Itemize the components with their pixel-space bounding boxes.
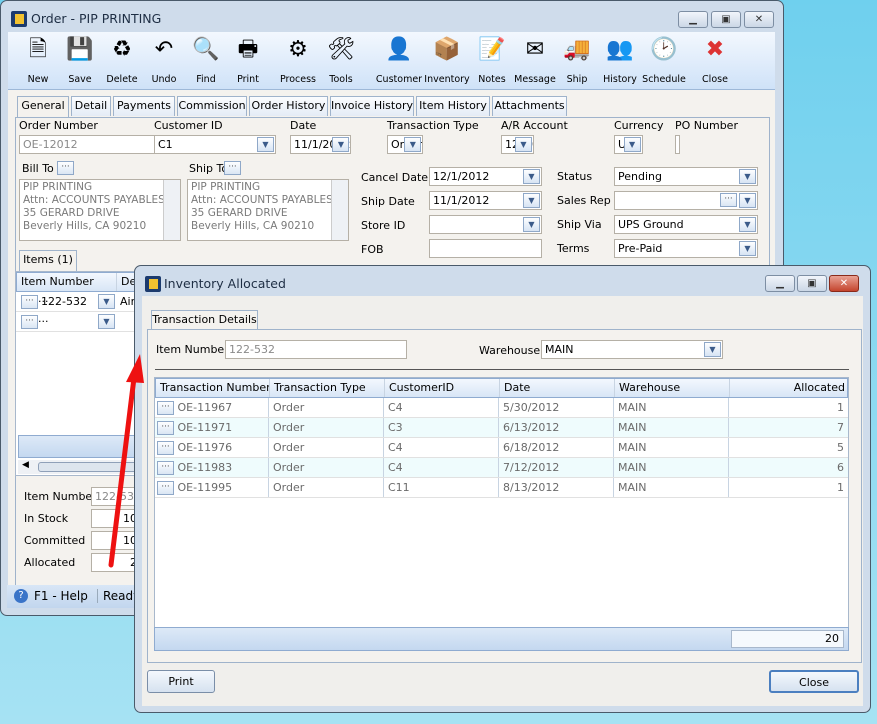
annotation-arrow [108, 354, 144, 568]
